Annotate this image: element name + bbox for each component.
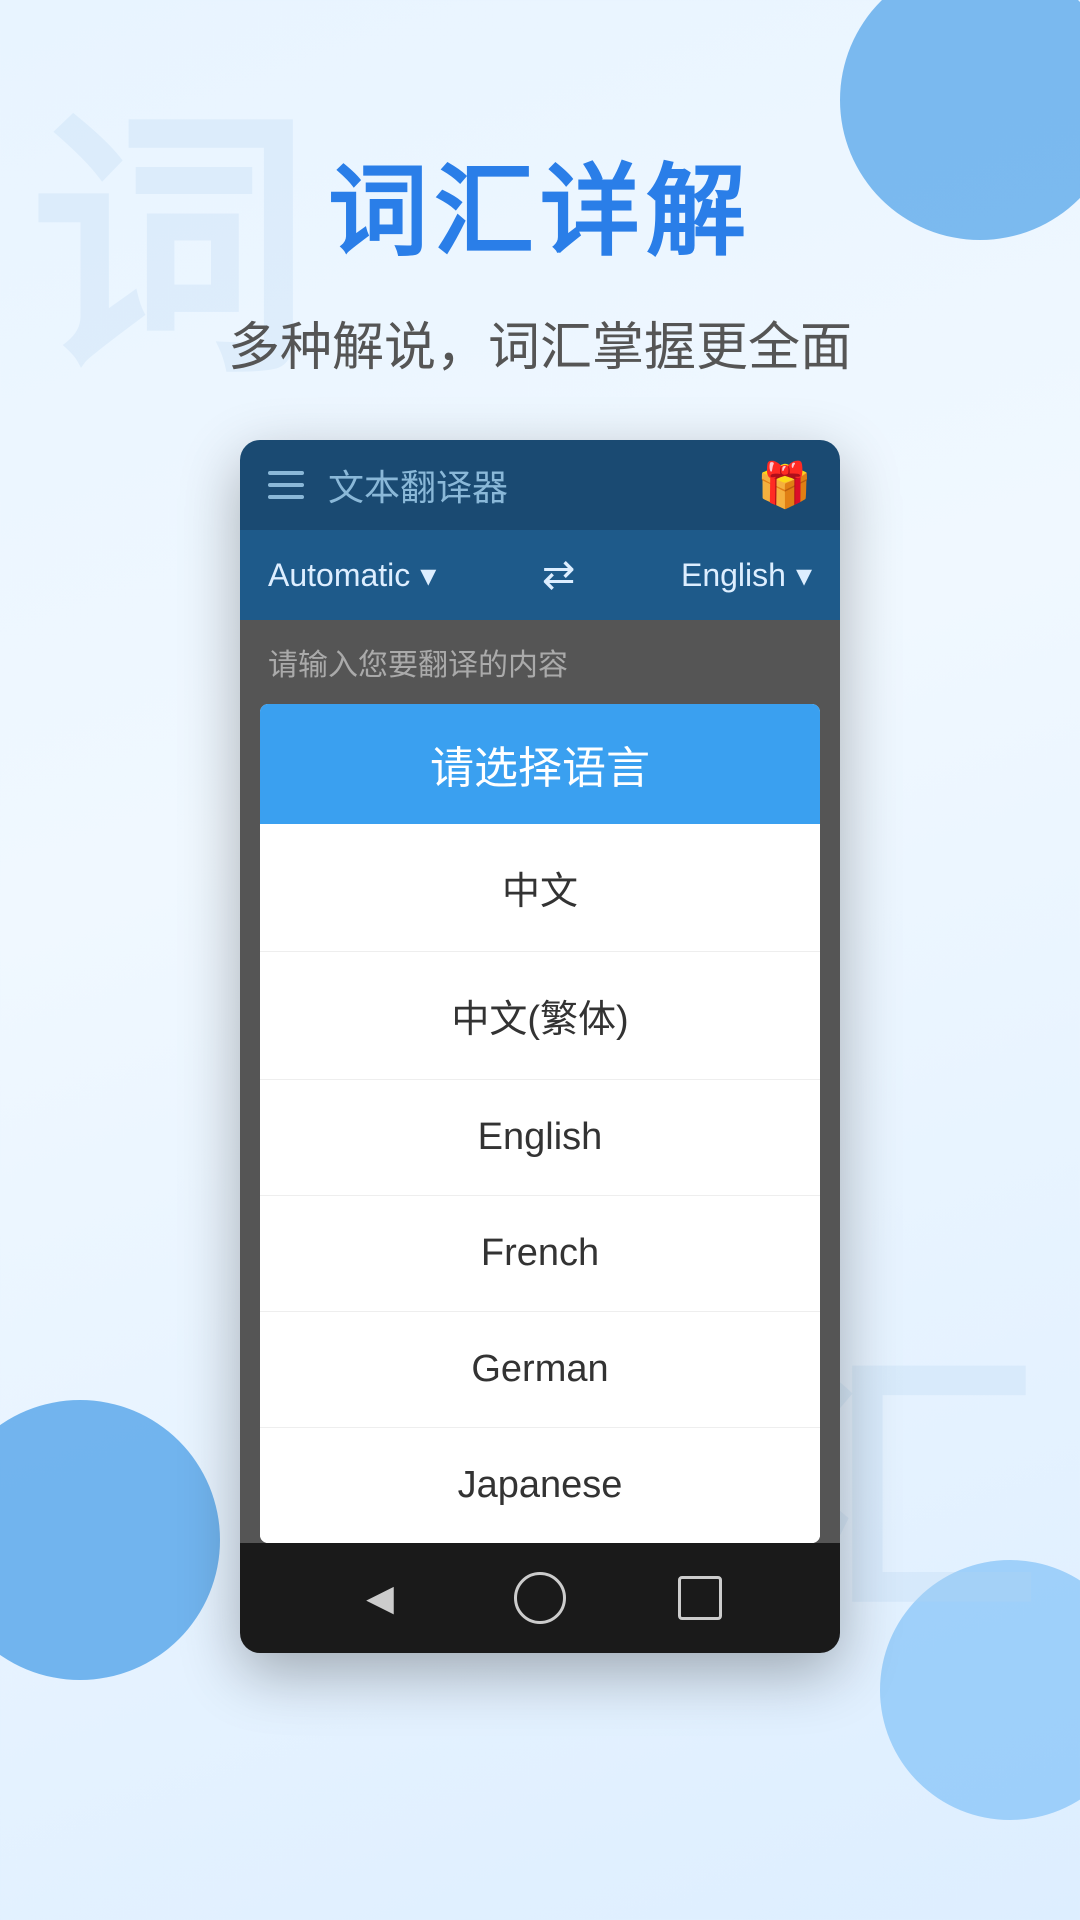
back-icon: ◀	[366, 1577, 394, 1619]
gift-icon[interactable]: 🎁	[757, 459, 812, 511]
source-lang-label: Automatic	[268, 557, 410, 594]
language-selection-dialog: 请选择语言 中文 中文(繁体) English French German Ja…	[260, 704, 820, 1543]
source-lang-button[interactable]: Automatic ▾	[268, 556, 436, 594]
lang-option-ja[interactable]: Japanese	[260, 1428, 820, 1543]
dialog-header: 请选择语言	[260, 704, 820, 824]
source-lang-chevron-icon: ▾	[420, 556, 436, 594]
decorative-blob-bottom-left	[0, 1400, 220, 1680]
app-title-text: 文本翻译器	[328, 459, 757, 511]
hamburger-icon[interactable]	[268, 471, 304, 499]
target-lang-button[interactable]: English ▾	[681, 556, 812, 594]
lang-option-zh[interactable]: 中文	[260, 824, 820, 952]
recents-button[interactable]	[670, 1568, 730, 1628]
lang-option-fr[interactable]: French	[260, 1196, 820, 1312]
bottom-navigation: ◀	[240, 1543, 840, 1653]
home-button[interactable]	[510, 1568, 570, 1628]
header-section: 词汇详解 多种解说，词汇掌握更全面	[0, 0, 1080, 440]
phone-mockup: 文本翻译器 🎁 Automatic ▾ ⇄ English ▾ 请输入您要翻译的…	[240, 440, 840, 1653]
recents-square-icon	[678, 1576, 722, 1620]
lang-option-en[interactable]: English	[260, 1080, 820, 1196]
lang-option-zh-tw[interactable]: 中文(繁体)	[260, 952, 820, 1080]
back-button[interactable]: ◀	[350, 1568, 410, 1628]
lang-selector-bar: Automatic ▾ ⇄ English ▾	[240, 530, 840, 620]
target-lang-label: English	[681, 557, 786, 594]
translation-input-area[interactable]: 请输入您要翻译的内容	[240, 620, 840, 704]
sub-title: 多种解说，词汇掌握更全面	[0, 305, 1080, 380]
dialog-title-text: 请选择语言	[280, 732, 800, 796]
dialog-body: 中文 中文(繁体) English French German Japanese	[260, 824, 820, 1543]
main-title: 词汇详解	[0, 130, 1080, 275]
swap-languages-button[interactable]: ⇄	[436, 552, 681, 598]
dialog-overlay: 请选择语言 中文 中文(繁体) English French German Ja…	[240, 704, 840, 1543]
target-lang-chevron-icon: ▾	[796, 556, 812, 594]
app-toolbar: 文本翻译器 🎁	[240, 440, 840, 530]
input-placeholder-text: 请输入您要翻译的内容	[268, 640, 812, 684]
home-circle-icon	[514, 1572, 566, 1624]
lang-option-de[interactable]: German	[260, 1312, 820, 1428]
